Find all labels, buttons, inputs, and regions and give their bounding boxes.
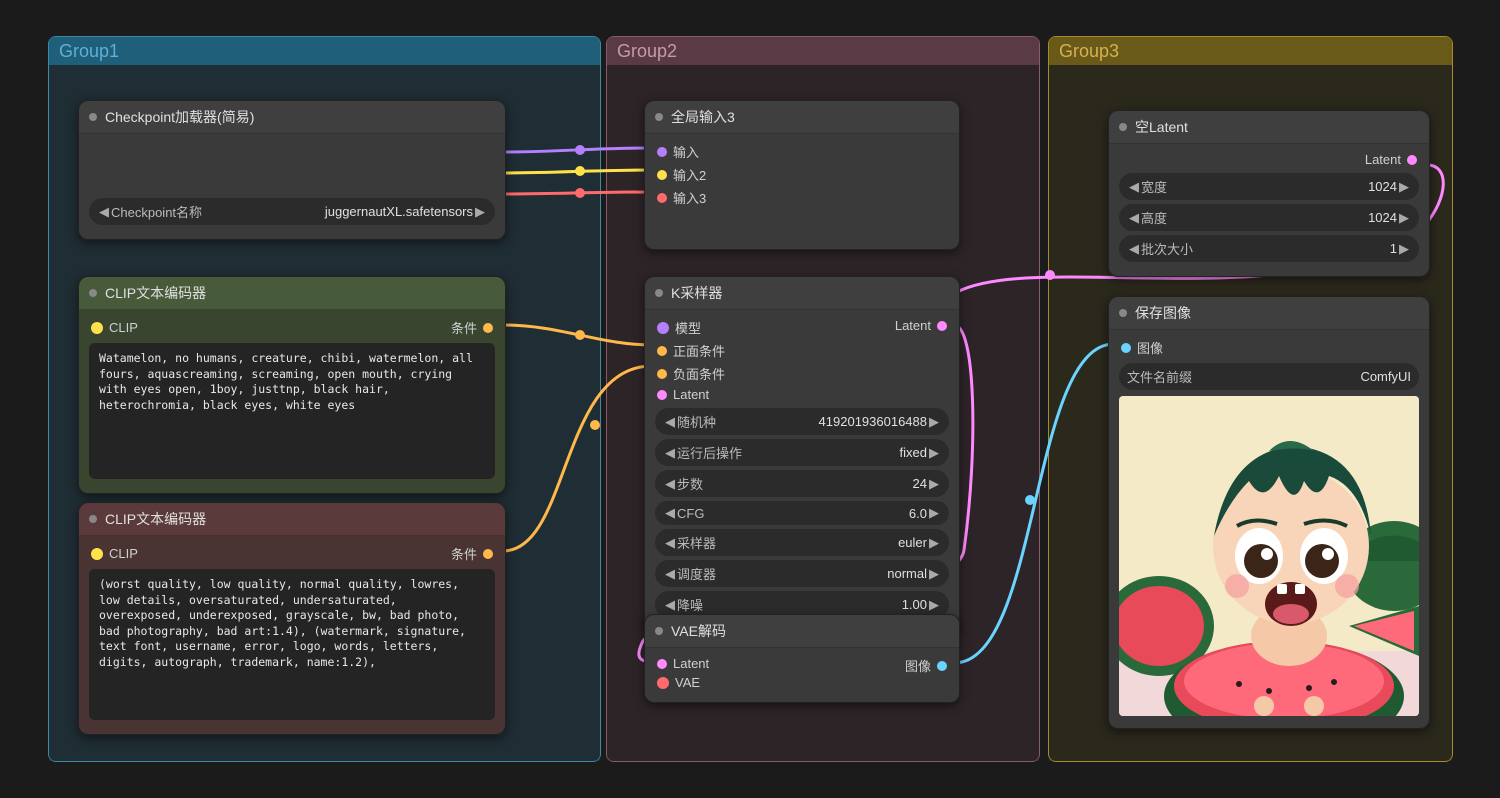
collapse-icon[interactable] [89,289,97,297]
node-vae-decode[interactable]: VAE解码 Latent VAE 图像 [644,614,960,703]
chevron-right-icon[interactable]: ▶ [927,535,941,551]
output-image-preview [1119,396,1419,716]
port-in1[interactable] [657,147,667,157]
chevron-right-icon[interactable]: ▶ [927,476,941,492]
collapse-icon[interactable] [655,113,663,121]
chevron-right-icon[interactable]: ▶ [927,597,941,613]
node-global-input[interactable]: 全局输入3 输入 输入2 输入3 [644,100,960,250]
port-cond-out[interactable] [483,323,493,333]
node-checkpoint-loader[interactable]: Checkpoint加载器(简易) ◀ Checkpoint名称 juggern… [78,100,506,240]
collapse-icon[interactable] [89,515,97,523]
collapse-icon[interactable] [655,289,663,297]
port-in2[interactable] [657,170,667,180]
chevron-left-icon[interactable]: ◀ [663,445,677,461]
chevron-left-icon[interactable]: ◀ [1127,241,1141,257]
widget-批次大小[interactable]: ◀批次大小1▶ [1119,235,1419,262]
chevron-left-icon[interactable]: ◀ [663,566,677,582]
node-empty-latent[interactable]: 空Latent Latent ◀宽度1024▶◀高度1024▶◀批次大小1▶ [1108,110,1430,277]
negative-prompt-text[interactable]: (worst quality, low quality, normal qual… [89,569,495,720]
chevron-left-icon[interactable]: ◀ [1127,210,1141,226]
collapse-icon[interactable] [89,113,97,121]
widget-步数[interactable]: ◀步数24▶ [655,470,949,497]
positive-prompt-text[interactable]: Watamelon, no humans, creature, chibi, w… [89,343,495,479]
node-canvas[interactable]: Group1 Group2 Group3 [0,0,1500,798]
checkpoint-name-widget[interactable]: ◀ Checkpoint名称 juggernautXL.safetensors … [89,198,495,225]
node-title: Checkpoint加载器(简易) [105,107,254,127]
widget-随机种[interactable]: ◀随机种419201936016488▶ [655,408,949,435]
chevron-left-icon[interactable]: ◀ [663,505,677,521]
node-save-image[interactable]: 保存图像 图像 文件名前缀 ComfyUI [1108,296,1430,729]
chevron-right-icon[interactable]: ▶ [473,204,487,220]
chevron-right-icon[interactable]: ▶ [1397,210,1411,226]
collapse-icon[interactable] [655,627,663,635]
group-3-title[interactable]: Group3 [1049,37,1452,65]
chevron-left-icon[interactable]: ◀ [663,535,677,551]
widget-采样器[interactable]: ◀采样器euler▶ [655,529,949,556]
port-positive-in[interactable] [657,346,667,356]
port-clip-in[interactable] [91,548,103,560]
chevron-right-icon[interactable]: ▶ [1397,179,1411,195]
port-cond-out[interactable] [483,549,493,559]
node-ksampler[interactable]: K采样器 模型 正面条件 负面条件 Latent Latent ◀随机种4192… [644,276,960,633]
chevron-left-icon[interactable]: ◀ [663,476,677,492]
collapse-icon[interactable] [1119,123,1127,131]
widget-CFG[interactable]: ◀CFG6.0▶ [655,501,949,525]
port-latent-in[interactable] [657,659,667,669]
chevron-right-icon[interactable]: ▶ [1397,241,1411,257]
collapse-icon[interactable] [1119,309,1127,317]
port-in3[interactable] [657,193,667,203]
chevron-right-icon[interactable]: ▶ [927,414,941,430]
chevron-right-icon[interactable]: ▶ [927,566,941,582]
port-clip-in[interactable] [91,322,103,334]
port-latent-out[interactable] [1407,155,1417,165]
widget-宽度[interactable]: ◀宽度1024▶ [1119,173,1419,200]
chevron-right-icon[interactable]: ▶ [927,445,941,461]
node-clip-positive[interactable]: CLIP文本编码器 CLIP 条件 Watamelon, no humans, … [78,276,506,494]
chevron-left-icon[interactable]: ◀ [97,204,111,220]
port-negative-in[interactable] [657,369,667,379]
port-latent-in[interactable] [657,390,667,400]
chevron-left-icon[interactable]: ◀ [663,597,677,613]
node-clip-negative[interactable]: CLIP文本编码器 CLIP 条件 (worst quality, low qu… [78,502,506,735]
port-vae-in[interactable] [657,677,669,689]
chevron-left-icon[interactable]: ◀ [663,414,677,430]
filename-prefix-widget[interactable]: 文件名前缀 ComfyUI [1119,363,1419,390]
port-model-in[interactable] [657,322,669,334]
widget-运行后操作[interactable]: ◀运行后操作fixed▶ [655,439,949,466]
chevron-left-icon[interactable]: ◀ [1127,179,1141,195]
group-2-title[interactable]: Group2 [607,37,1039,65]
port-image-in[interactable] [1121,343,1131,353]
chevron-right-icon[interactable]: ▶ [927,505,941,521]
port-latent-out[interactable] [937,321,947,331]
widget-高度[interactable]: ◀高度1024▶ [1119,204,1419,231]
port-image-out[interactable] [937,661,947,671]
widget-调度器[interactable]: ◀调度器normal▶ [655,560,949,587]
group-1-title[interactable]: Group1 [49,37,600,65]
